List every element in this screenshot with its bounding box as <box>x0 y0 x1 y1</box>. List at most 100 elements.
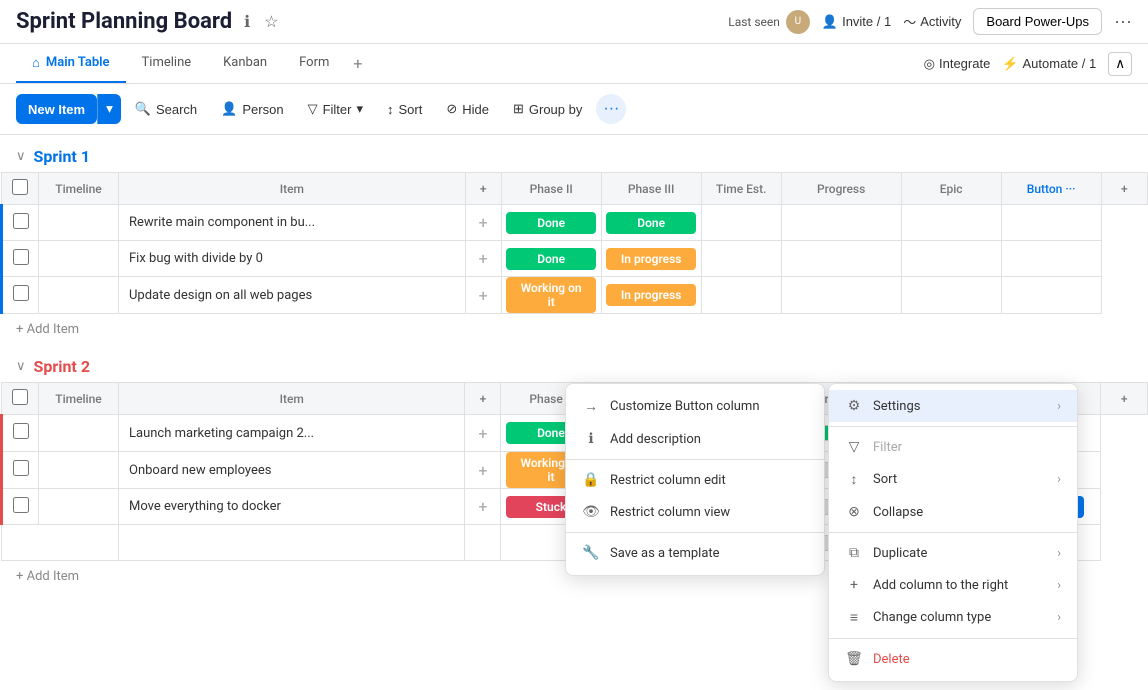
row-phase3: Done <box>601 205 701 241</box>
th-add-col-s1[interactable]: + <box>1101 173 1147 205</box>
sprint2-add-item[interactable]: + Add Item <box>0 561 1148 592</box>
invite-button[interactable]: 👤 Invite / 1 <box>822 14 891 30</box>
row-plus[interactable]: + <box>465 205 501 241</box>
tab-kanban[interactable]: Kanban <box>207 45 283 82</box>
automate-button[interactable]: ⚡ Automate / 1 <box>1002 56 1096 72</box>
hide-button[interactable]: ⊘ Hide <box>436 95 499 123</box>
tab-form[interactable]: Form <box>283 45 345 82</box>
row-timeline <box>39 415 119 452</box>
person-button[interactable]: 👤 Person <box>211 95 293 123</box>
power-ups-button[interactable]: Board Power-Ups <box>973 8 1102 35</box>
tab-timeline[interactable]: Timeline <box>126 45 208 82</box>
th-plus-s2[interactable]: + <box>465 383 501 415</box>
row-checkbox[interactable] <box>13 213 29 229</box>
sum-timest: 13 days sum <box>701 525 781 561</box>
row-check[interactable] <box>2 241 39 277</box>
row-phase2: Done <box>501 415 601 452</box>
row-epic <box>901 452 1001 489</box>
row-phase2: Done <box>501 205 601 241</box>
sprint2-table: Timeline Item + Phase II Phase III Time … <box>0 382 1148 561</box>
th-button-s2: Button <box>1001 383 1101 415</box>
tab-main-table[interactable]: ⌂ Main Table <box>16 45 126 83</box>
sum-progress: 34% <box>781 525 901 561</box>
sum-empty4 <box>501 525 601 561</box>
row-checkbox[interactable] <box>13 285 29 301</box>
star-icon[interactable]: ☆ <box>262 10 280 34</box>
row-check[interactable] <box>2 489 39 525</box>
row-epic <box>901 277 1001 314</box>
row-timeline <box>39 277 119 314</box>
th-phase3-s2: Phase III <box>601 383 701 415</box>
table-row: Launch marketing campaign 2... + Done Wo… <box>2 415 1148 452</box>
activity-button[interactable]: 〜 Activity <box>903 12 961 31</box>
row-timest: 3 days <box>701 452 781 489</box>
row-plus[interactable]: + <box>465 415 501 452</box>
row-check[interactable] <box>2 452 39 489</box>
sprint2-toggle[interactable]: ∨ <box>16 359 26 374</box>
toolbar-more-button[interactable]: ··· <box>596 94 626 124</box>
row-checkbox[interactable] <box>13 497 29 513</box>
new-item-button[interactable]: New Item <box>16 94 97 124</box>
row-check[interactable] <box>2 277 39 314</box>
menu-label-delete: Delete <box>873 652 910 667</box>
select-all-s2[interactable] <box>12 389 28 405</box>
search-button[interactable]: 🔍 Search <box>125 95 207 123</box>
row-plus[interactable]: + <box>465 277 501 314</box>
row-timest <box>701 241 781 277</box>
sprint2-header: ∨ Sprint 2 <box>0 345 1148 382</box>
row-item: Launch marketing campaign 2... <box>119 415 465 452</box>
table-row: Move everything to docker + Stuck Stuck … <box>2 489 1148 525</box>
row-button[interactable]: Click me <box>1001 489 1101 525</box>
row-plus[interactable]: + <box>465 452 501 489</box>
row-checkbox[interactable] <box>13 423 29 439</box>
table-row: Onboard new employees + Working on it St… <box>2 452 1148 489</box>
search-icon: 🔍 <box>135 101 151 117</box>
th-plus-s1[interactable]: + <box>465 173 501 205</box>
sprint1-title[interactable]: Sprint 1 <box>34 147 90 166</box>
info-icon[interactable]: ℹ <box>242 10 252 34</box>
menu-item-delete[interactable]: 🗑 Delete <box>829 643 1077 675</box>
group-by-button[interactable]: ⊞ Group by <box>503 95 592 123</box>
th-check-s1 <box>2 173 39 205</box>
sprint2-table-wrap: Timeline Item + Phase II Phase III Time … <box>0 382 1148 592</box>
avatar: U <box>786 10 810 34</box>
row-phase2: Done <box>501 241 601 277</box>
collapse-button[interactable]: ∧ <box>1108 52 1132 76</box>
sort-button[interactable]: ↕ Sort <box>377 96 432 123</box>
sprint1-add-item[interactable]: + Add Item <box>0 314 1148 345</box>
row-progress: 0% <box>781 489 901 525</box>
click-me-button[interactable]: Click me <box>1018 496 1084 518</box>
add-tab-button[interactable]: + <box>345 44 370 83</box>
tab-timeline-label: Timeline <box>142 55 192 70</box>
row-check[interactable] <box>2 415 39 452</box>
select-all-s1[interactable] <box>12 179 28 195</box>
sprint1-toggle[interactable]: ∨ <box>16 149 26 164</box>
sum-empty2 <box>119 525 465 561</box>
th-phase2-s1: Phase II <box>501 173 601 205</box>
integrate-button[interactable]: ◎ Integrate <box>924 56 991 72</box>
last-seen-label: Last seen <box>728 15 780 29</box>
more-options-icon[interactable]: ··· <box>1114 11 1132 32</box>
row-epic <box>901 241 1001 277</box>
menu-item-change-type[interactable]: ≡ Change column type › <box>829 601 1077 634</box>
th-item-s1: Item <box>119 173 466 205</box>
row-button <box>1001 241 1101 277</box>
row-plus[interactable]: + <box>465 241 501 277</box>
nav-right: ◎ Integrate ⚡ Automate / 1 ∧ <box>924 52 1132 76</box>
new-item-dropdown[interactable]: ▾ <box>97 94 121 124</box>
menu-label-change-type: Change column type <box>873 610 991 625</box>
row-checkbox[interactable] <box>13 460 29 476</box>
sprint2-title[interactable]: Sprint 2 <box>34 357 90 376</box>
row-check[interactable] <box>2 205 39 241</box>
row-plus[interactable]: + <box>465 489 501 525</box>
row-progress <box>781 241 901 277</box>
filter-button[interactable]: ▽ Filter ▾ <box>298 95 373 123</box>
top-bar: Sprint Planning Board ℹ ☆ Last seen U 👤 … <box>0 0 1148 44</box>
th-add-col-s2[interactable]: + <box>1101 383 1148 415</box>
row-epic: #transition <box>901 489 1001 525</box>
th-button-s1[interactable]: Button ··· <box>1001 173 1101 205</box>
table-row: Update design on all web pages + Working… <box>2 277 1148 314</box>
row-item: Move everything to docker <box>119 489 465 525</box>
row-checkbox[interactable] <box>13 249 29 265</box>
automate-icon: ⚡ <box>1002 56 1018 72</box>
